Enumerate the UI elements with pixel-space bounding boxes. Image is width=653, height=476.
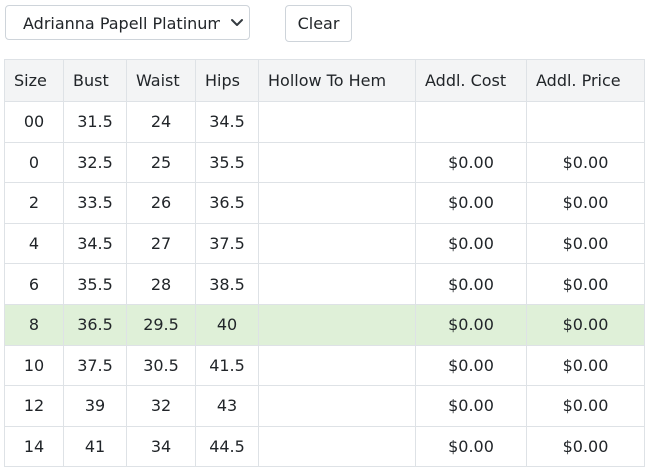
column-header-waist[interactable]: Waist xyxy=(126,59,196,102)
addl-cost-cell: $0.00 xyxy=(415,182,527,224)
addl-price-cell: $0.00 xyxy=(526,141,645,184)
table-row[interactable]: 0 32.5 25 35.5 $0.00 $0.00 xyxy=(4,141,645,184)
hips-cell: 37.5 xyxy=(195,222,259,265)
toolbar: Adrianna Papell Platinum E Clear xyxy=(5,5,645,42)
column-header-size[interactable]: Size xyxy=(4,59,64,102)
column-header-addl-price[interactable]: Addl. Price xyxy=(526,59,645,102)
bust-cell: 32.5 xyxy=(63,141,127,184)
bust-cell: 35.5 xyxy=(63,263,127,305)
addl-cost-cell: $0.00 xyxy=(415,222,527,265)
addl-price-cell: $0.00 xyxy=(526,263,645,305)
waist-cell: 26 xyxy=(126,182,196,224)
hollow-to-hem-cell xyxy=(258,425,416,468)
addl-cost-cell: $0.00 xyxy=(415,263,527,305)
hips-cell: 44.5 xyxy=(195,425,259,468)
waist-cell: 32 xyxy=(126,385,196,427)
hips-cell: 34.5 xyxy=(195,101,259,143)
collection-select-value: Adrianna Papell Platinum E xyxy=(23,14,220,33)
bust-cell: 41 xyxy=(63,425,127,468)
table-row[interactable]: 8 36.5 29.5 40 $0.00 $0.00 xyxy=(4,303,645,346)
waist-cell: 30.5 xyxy=(126,344,196,387)
size-chart-table: Size Bust Waist Hips Hollow To Hem Addl.… xyxy=(4,59,645,468)
clear-button[interactable]: Clear xyxy=(285,5,352,42)
hips-cell: 38.5 xyxy=(195,263,259,305)
chevron-down-icon xyxy=(231,19,243,26)
hollow-to-hem-cell xyxy=(258,263,416,305)
bust-cell: 36.5 xyxy=(63,303,127,346)
table-header-row: Size Bust Waist Hips Hollow To Hem Addl.… xyxy=(4,59,645,102)
hollow-to-hem-cell xyxy=(258,141,416,184)
table-row[interactable]: 4 34.5 27 37.5 $0.00 $0.00 xyxy=(4,222,645,265)
size-cell: 6 xyxy=(4,263,64,305)
table-row[interactable]: 6 35.5 28 38.5 $0.00 $0.00 xyxy=(4,263,645,305)
hollow-to-hem-cell xyxy=(258,182,416,224)
hips-cell: 41.5 xyxy=(195,344,259,387)
waist-cell: 28 xyxy=(126,263,196,305)
addl-price-cell: $0.00 xyxy=(526,344,645,387)
bust-cell: 31.5 xyxy=(63,101,127,143)
hollow-to-hem-cell xyxy=(258,222,416,265)
addl-cost-cell xyxy=(415,101,527,143)
size-cell: 0 xyxy=(4,141,64,184)
addl-price-cell: $0.00 xyxy=(526,222,645,265)
addl-price-cell: $0.00 xyxy=(526,425,645,468)
bust-cell: 34.5 xyxy=(63,222,127,265)
waist-cell: 24 xyxy=(126,101,196,143)
waist-cell: 25 xyxy=(126,141,196,184)
addl-price-cell: $0.00 xyxy=(526,385,645,427)
size-cell: 2 xyxy=(4,182,64,224)
size-cell: 8 xyxy=(4,303,64,346)
size-cell: 00 xyxy=(4,101,64,143)
hips-cell: 43 xyxy=(195,385,259,427)
hollow-to-hem-cell xyxy=(258,303,416,346)
hips-cell: 36.5 xyxy=(195,182,259,224)
addl-cost-cell: $0.00 xyxy=(415,385,527,427)
size-cell: 12 xyxy=(4,385,64,427)
table-row[interactable]: 14 41 34 44.5 $0.00 $0.00 xyxy=(4,425,645,468)
table-row[interactable]: 10 37.5 30.5 41.5 $0.00 $0.00 xyxy=(4,344,645,387)
hollow-to-hem-cell xyxy=(258,385,416,427)
column-header-bust[interactable]: Bust xyxy=(63,59,127,102)
addl-price-cell: $0.00 xyxy=(526,303,645,346)
column-header-hips[interactable]: Hips xyxy=(195,59,259,102)
table-row[interactable]: 2 33.5 26 36.5 $0.00 $0.00 xyxy=(4,182,645,224)
bust-cell: 33.5 xyxy=(63,182,127,224)
table-row[interactable]: 00 31.5 24 34.5 xyxy=(4,101,645,143)
hollow-to-hem-cell xyxy=(258,344,416,387)
addl-cost-cell: $0.00 xyxy=(415,303,527,346)
waist-cell: 27 xyxy=(126,222,196,265)
bust-cell: 39 xyxy=(63,385,127,427)
bust-cell: 37.5 xyxy=(63,344,127,387)
addl-cost-cell: $0.00 xyxy=(415,344,527,387)
waist-cell: 34 xyxy=(126,425,196,468)
column-header-hollow-to-hem[interactable]: Hollow To Hem xyxy=(258,59,416,102)
column-header-addl-cost[interactable]: Addl. Cost xyxy=(415,59,527,102)
size-cell: 4 xyxy=(4,222,64,265)
waist-cell: 29.5 xyxy=(126,303,196,346)
addl-price-cell xyxy=(526,101,645,143)
addl-cost-cell: $0.00 xyxy=(415,425,527,468)
addl-cost-cell: $0.00 xyxy=(415,141,527,184)
hips-cell: 40 xyxy=(195,303,259,346)
size-cell: 14 xyxy=(4,425,64,468)
addl-price-cell: $0.00 xyxy=(526,182,645,224)
size-cell: 10 xyxy=(4,344,64,387)
hollow-to-hem-cell xyxy=(258,101,416,143)
table-row[interactable]: 12 39 32 43 $0.00 $0.00 xyxy=(4,385,645,427)
collection-select[interactable]: Adrianna Papell Platinum E xyxy=(5,5,250,40)
hips-cell: 35.5 xyxy=(195,141,259,184)
